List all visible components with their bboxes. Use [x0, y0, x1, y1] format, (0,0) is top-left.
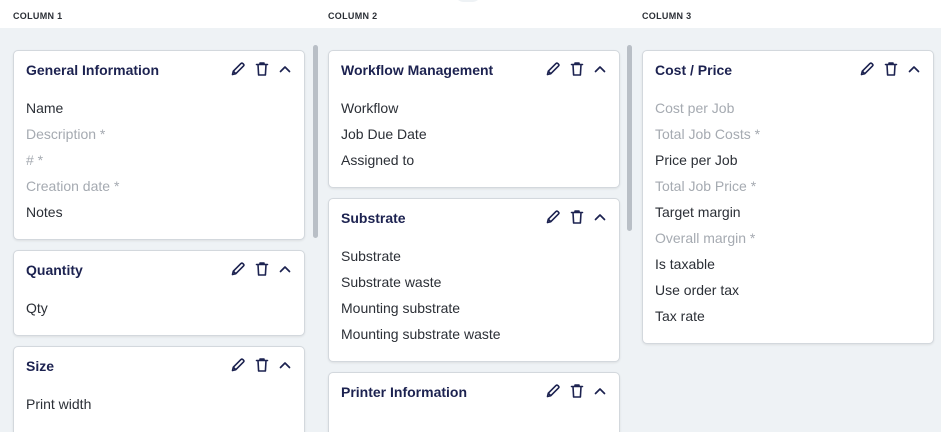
field-item[interactable]: Notes — [26, 204, 63, 220]
card-actions — [230, 61, 292, 77]
field-item[interactable]: Target margin — [655, 204, 741, 220]
field-item[interactable]: Creation date * — [26, 178, 119, 194]
chevron-up-icon[interactable] — [907, 62, 921, 76]
card-actions — [545, 61, 607, 77]
card-title: Quantity — [26, 262, 83, 278]
field-item[interactable]: Is taxable — [655, 256, 715, 272]
chevron-up-icon[interactable] — [278, 262, 292, 276]
field-item[interactable]: Use order tax — [655, 282, 739, 298]
field-item[interactable]: # * — [26, 152, 43, 168]
field-item[interactable]: Qty — [26, 300, 48, 316]
pencil-icon[interactable] — [545, 61, 561, 77]
card-title: Size — [26, 358, 55, 374]
field-item[interactable]: Name — [26, 100, 63, 116]
trash-icon[interactable] — [254, 261, 270, 277]
pencil-icon[interactable] — [545, 383, 561, 399]
field-item[interactable]: Price per Job — [655, 152, 737, 168]
field-item[interactable]: Workflow — [341, 100, 398, 116]
field-item[interactable]: Cost per Job — [655, 100, 734, 116]
field-item[interactable]: Assigned to — [341, 152, 414, 168]
field-item[interactable]: Mounting substrate waste — [341, 326, 501, 342]
field-item[interactable]: Substrate waste — [341, 274, 441, 290]
field-item[interactable]: Mounting substrate — [341, 300, 460, 316]
field-group-card[interactable]: Quantity Qty — [13, 250, 305, 336]
field-group-card[interactable]: Cost / Price Cost per Job Total Job Costs … — [642, 50, 934, 344]
field-item[interactable]: Tax rate — [655, 308, 705, 324]
pencil-icon[interactable] — [545, 209, 561, 225]
column-label: COLUMN 2 — [328, 11, 378, 21]
pencil-icon[interactable] — [230, 261, 246, 277]
field-item[interactable]: Job Due Date — [341, 126, 427, 142]
card-actions — [230, 357, 292, 373]
card-title: General Information — [26, 62, 160, 78]
field-item[interactable]: Total Job Costs * — [655, 126, 760, 142]
pencil-icon[interactable] — [230, 357, 246, 373]
pencil-icon[interactable] — [230, 61, 246, 77]
field-group-card[interactable]: Size Print width — [13, 346, 305, 432]
field-item[interactable]: Substrate — [341, 248, 401, 264]
field-group-card[interactable]: Workflow Management Workflow Job Due Date A… — [328, 50, 620, 188]
column-scrollbar[interactable] — [627, 45, 632, 231]
chevron-up-icon[interactable] — [278, 62, 292, 76]
field-item[interactable]: Total Job Price * — [655, 178, 756, 194]
chevron-up-icon[interactable] — [278, 358, 292, 372]
chevron-up-icon[interactable] — [593, 62, 607, 76]
field-group-card[interactable]: Printer Information — [328, 372, 620, 432]
card-title: Cost / Price — [655, 62, 733, 78]
field-item[interactable]: Description * — [26, 126, 105, 142]
field-item[interactable]: Print width — [26, 396, 91, 412]
card-actions — [545, 209, 607, 225]
chevron-up-icon[interactable] — [593, 210, 607, 224]
chevron-up-icon[interactable] — [593, 384, 607, 398]
card-title: Workflow Management — [341, 62, 494, 78]
trash-icon[interactable] — [569, 61, 585, 77]
field-group-card[interactable]: Substrate Substrate Substrate waste Mountin… — [328, 198, 620, 362]
field-item[interactable]: Overall margin * — [655, 230, 755, 246]
column-label: COLUMN 1 — [13, 11, 63, 21]
columns-header — [0, 0, 941, 28]
pencil-icon[interactable] — [859, 61, 875, 77]
trash-icon[interactable] — [883, 61, 899, 77]
column-scrollbar[interactable] — [313, 45, 318, 238]
card-actions — [545, 383, 607, 399]
trash-icon[interactable] — [569, 209, 585, 225]
card-title: Printer Information — [341, 384, 468, 400]
field-group-card[interactable]: General Information Name Description * # * C… — [13, 50, 305, 240]
trash-icon[interactable] — [254, 357, 270, 373]
trash-icon[interactable] — [254, 61, 270, 77]
card-actions — [859, 61, 921, 77]
card-actions — [230, 261, 292, 277]
trash-icon[interactable] — [569, 383, 585, 399]
card-title: Substrate — [341, 210, 406, 226]
column-label: COLUMN 3 — [642, 11, 692, 21]
